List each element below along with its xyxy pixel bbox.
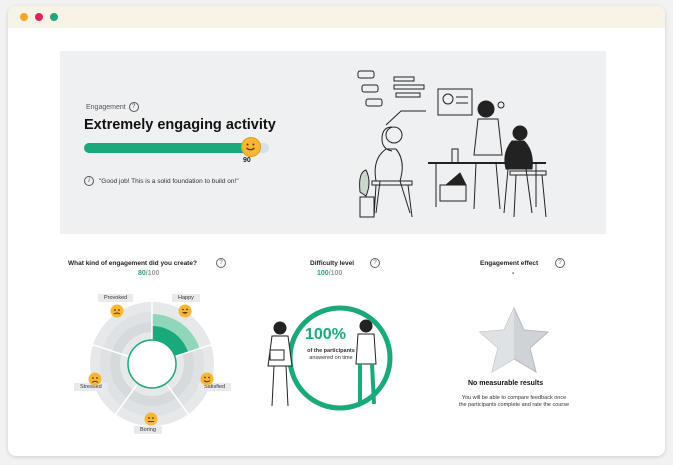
help-icon[interactable]: ? bbox=[128, 102, 139, 112]
engagement-title: Extremely engaging activity bbox=[84, 117, 276, 133]
difficulty-title: Difficulty level bbox=[310, 260, 355, 267]
difficulty-sub-line1: of the participants bbox=[307, 348, 355, 354]
no-results-title: No measurable results bbox=[468, 380, 544, 387]
wheel-label-happy: Happy bbox=[172, 294, 200, 302]
engagement-label-row: Engagement ? bbox=[86, 102, 139, 112]
boring-emoji-icon bbox=[144, 412, 158, 426]
engagement-kind-value: 80 bbox=[138, 270, 146, 277]
engagement-score: 90 bbox=[243, 157, 251, 164]
no-results-line2: the participants complete and rate the c… bbox=[458, 402, 570, 408]
engagement-kind-score: 80/100 bbox=[138, 270, 159, 277]
happy-emoji-icon bbox=[178, 304, 192, 318]
engagement-hero: Engagement ? Extremely engaging activity… bbox=[60, 51, 606, 234]
engagement-kind-total: /100 bbox=[145, 270, 160, 277]
window-dot-red[interactable] bbox=[35, 13, 43, 21]
engagement-progress-bar bbox=[84, 137, 269, 157]
engagement-kind-help-icon[interactable]: ? bbox=[216, 258, 226, 268]
difficulty-total: /100 bbox=[328, 270, 343, 277]
difficulty-percent: 100% bbox=[305, 326, 346, 343]
satisfied-emoji-icon bbox=[200, 372, 214, 386]
wheel-label-boring: Boring bbox=[134, 426, 162, 434]
engagement-label: Engagement bbox=[86, 103, 126, 111]
difficulty-score: 100/100 bbox=[317, 270, 342, 277]
no-results-line1: You will be able to compare feedback onc… bbox=[461, 395, 567, 401]
title-bar bbox=[8, 6, 665, 28]
smiley-icon bbox=[240, 137, 261, 157]
feedback-note-text: "Good job! This is a solid foundation to… bbox=[99, 177, 239, 185]
stressed-emoji-icon bbox=[88, 372, 102, 386]
effect-title: Engagement effect bbox=[480, 260, 539, 267]
effect-value: - bbox=[512, 270, 515, 277]
app-window: Engagement ? Extremely engaging activity… bbox=[8, 6, 665, 456]
feedback-note: i "Good job! This is a solid foundation … bbox=[84, 176, 239, 186]
engagement-progress-fill bbox=[84, 143, 251, 153]
effect-help-icon[interactable]: ? bbox=[555, 258, 565, 268]
engagement-kind-title: What kind of engagement did you create? bbox=[68, 260, 197, 267]
provoked-emoji-icon bbox=[110, 304, 124, 318]
difficulty-value: 100 bbox=[317, 270, 329, 277]
wheel-label-provoked: Provoked bbox=[98, 294, 134, 302]
window-dot-green[interactable] bbox=[50, 13, 58, 21]
star-icon bbox=[478, 306, 550, 374]
difficulty-sub-line2: answered on time bbox=[309, 355, 353, 361]
info-icon: i bbox=[84, 176, 94, 186]
team-meeting-illustration bbox=[357, 70, 547, 218]
difficulty-help-icon[interactable]: ? bbox=[370, 258, 380, 268]
window-dot-yellow[interactable] bbox=[20, 13, 28, 21]
